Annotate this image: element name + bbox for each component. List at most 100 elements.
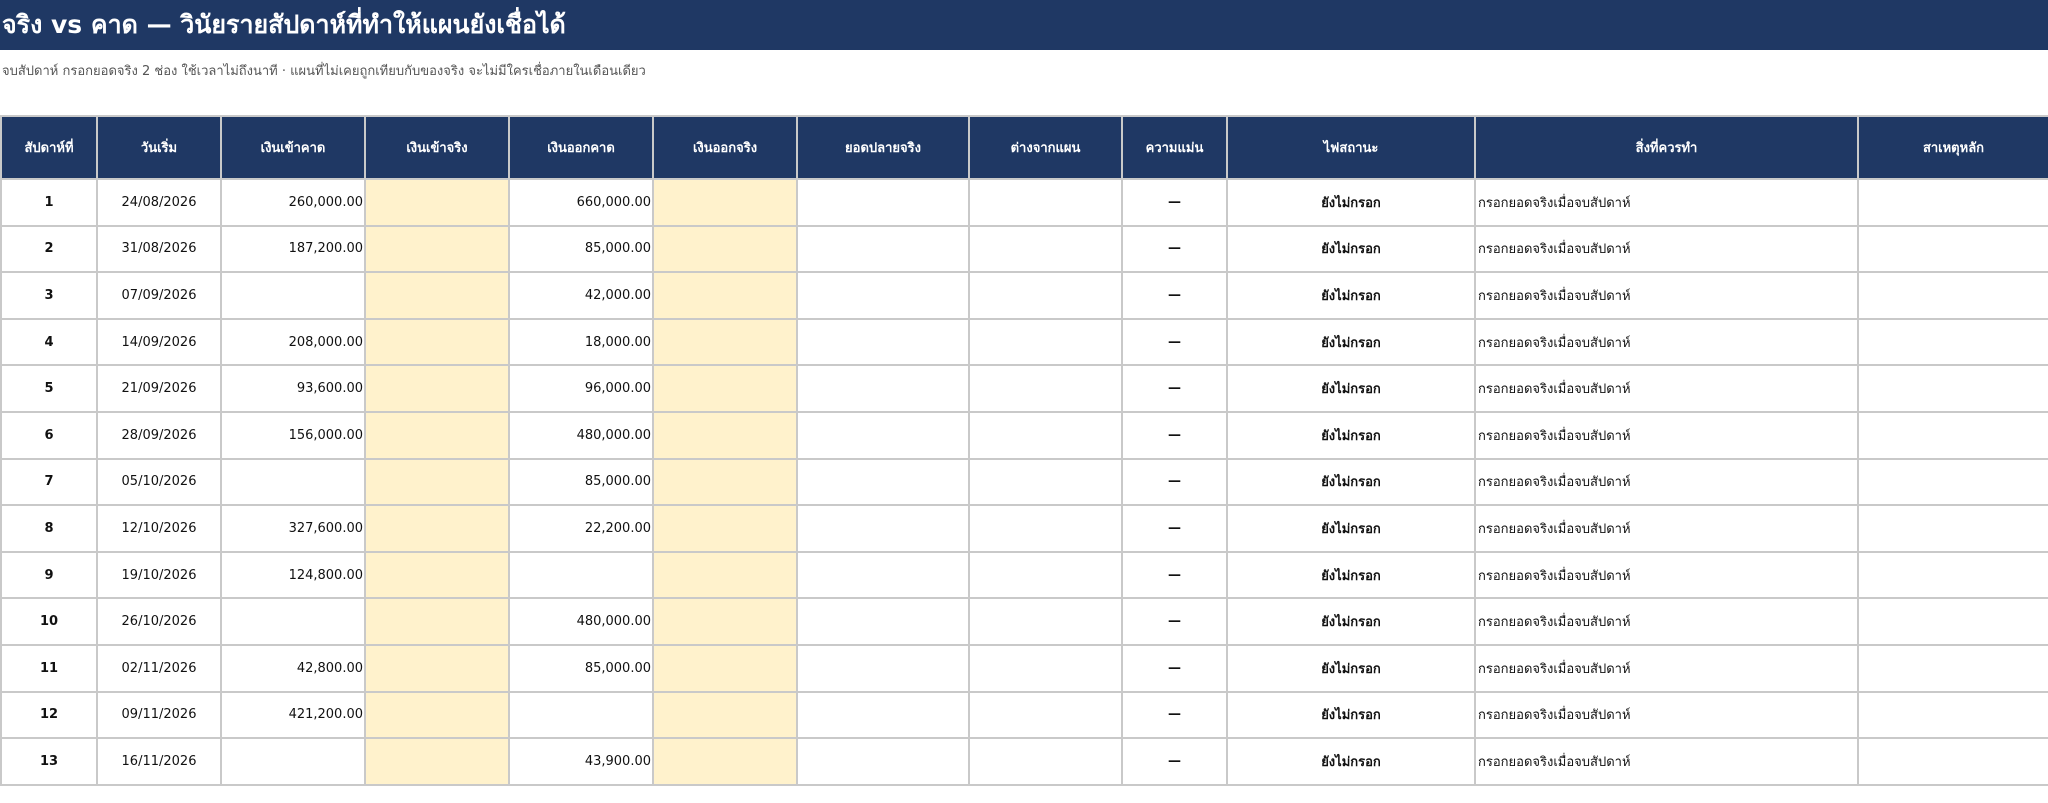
accuracy-cell[interactable]: — [1121, 224, 1228, 274]
actual-inflow-input[interactable] [364, 550, 510, 600]
actual-ending-balance-cell[interactable] [796, 224, 970, 274]
action-cell[interactable]: กรอกยอดจริงเมื่อจบสัปดาห์ [1474, 597, 1859, 646]
actual-outflow-input[interactable] [652, 178, 798, 227]
week-cell[interactable]: 6 [0, 410, 98, 460]
status-light-cell[interactable]: ยังไม่กรอก [1226, 410, 1476, 460]
column-header-status-light[interactable]: ไฟสถานะ [1226, 115, 1476, 180]
actual-outflow-input[interactable] [652, 317, 798, 367]
start-date-cell[interactable]: 26/10/2026 [96, 597, 222, 646]
actual-inflow-input[interactable] [364, 178, 510, 227]
main-cause-cell[interactable] [1857, 410, 2048, 460]
actual-inflow-input[interactable] [364, 690, 510, 740]
column-header-start-date[interactable]: วันเริ่ม [96, 115, 222, 180]
actual-outflow-input[interactable] [652, 224, 798, 274]
status-light-cell[interactable]: ยังไม่กรอก [1226, 271, 1476, 320]
start-date-cell[interactable]: 07/09/2026 [96, 271, 222, 320]
actual-ending-balance-cell[interactable] [796, 178, 970, 227]
actual-outflow-input[interactable] [652, 457, 798, 507]
actual-inflow-input[interactable] [364, 224, 510, 274]
action-cell[interactable]: กรอกยอดจริงเมื่อจบสัปดาห์ [1474, 643, 1859, 693]
action-cell[interactable]: กรอกยอดจริงเมื่อจบสัปดาห์ [1474, 178, 1859, 227]
actual-inflow-input[interactable] [364, 737, 510, 786]
week-cell[interactable]: 8 [0, 504, 98, 553]
accuracy-cell[interactable]: — [1121, 410, 1228, 460]
accuracy-cell[interactable]: — [1121, 178, 1228, 227]
actual-inflow-input[interactable] [364, 504, 510, 553]
main-cause-cell[interactable] [1857, 643, 2048, 693]
variance-cell[interactable] [968, 643, 1123, 693]
action-cell[interactable]: กรอกยอดจริงเมื่อจบสัปดาห์ [1474, 737, 1859, 786]
start-date-cell[interactable]: 14/09/2026 [96, 317, 222, 367]
expected-inflow-cell[interactable]: 260,000.00 [220, 178, 366, 227]
expected-inflow-cell[interactable]: 93,600.00 [220, 364, 366, 413]
actual-ending-balance-cell[interactable] [796, 690, 970, 740]
column-header-main-cause[interactable]: สาเหตุหลัก [1857, 115, 2048, 180]
expected-outflow-cell[interactable]: 85,000.00 [508, 224, 654, 274]
expected-inflow-cell[interactable] [220, 737, 366, 786]
status-light-cell[interactable]: ยังไม่กรอก [1226, 364, 1476, 413]
actual-ending-balance-cell[interactable] [796, 317, 970, 367]
variance-cell[interactable] [968, 737, 1123, 786]
actual-inflow-input[interactable] [364, 317, 510, 367]
start-date-cell[interactable]: 05/10/2026 [96, 457, 222, 507]
actual-outflow-input[interactable] [652, 737, 798, 786]
actual-inflow-input[interactable] [364, 643, 510, 693]
actual-ending-balance-cell[interactable] [796, 643, 970, 693]
column-header-accuracy[interactable]: ความแม่น [1121, 115, 1228, 180]
action-cell[interactable]: กรอกยอดจริงเมื่อจบสัปดาห์ [1474, 224, 1859, 274]
start-date-cell[interactable]: 19/10/2026 [96, 550, 222, 600]
variance-cell[interactable] [968, 224, 1123, 274]
expected-outflow-cell[interactable]: 480,000.00 [508, 410, 654, 460]
actual-inflow-input[interactable] [364, 364, 510, 413]
variance-cell[interactable] [968, 504, 1123, 553]
expected-outflow-cell[interactable] [508, 550, 654, 600]
variance-cell[interactable] [968, 364, 1123, 413]
status-light-cell[interactable]: ยังไม่กรอก [1226, 690, 1476, 740]
actual-outflow-input[interactable] [652, 504, 798, 553]
main-cause-cell[interactable] [1857, 364, 2048, 413]
accuracy-cell[interactable]: — [1121, 271, 1228, 320]
accuracy-cell[interactable]: — [1121, 690, 1228, 740]
actual-inflow-input[interactable] [364, 597, 510, 646]
start-date-cell[interactable]: 16/11/2026 [96, 737, 222, 786]
action-cell[interactable]: กรอกยอดจริงเมื่อจบสัปดาห์ [1474, 410, 1859, 460]
status-light-cell[interactable]: ยังไม่กรอก [1226, 317, 1476, 367]
expected-inflow-cell[interactable]: 187,200.00 [220, 224, 366, 274]
start-date-cell[interactable]: 02/11/2026 [96, 643, 222, 693]
actual-outflow-input[interactable] [652, 597, 798, 646]
actual-outflow-input[interactable] [652, 410, 798, 460]
actual-outflow-input[interactable] [652, 690, 798, 740]
status-light-cell[interactable]: ยังไม่กรอก [1226, 550, 1476, 600]
status-light-cell[interactable]: ยังไม่กรอก [1226, 737, 1476, 786]
expected-outflow-cell[interactable]: 85,000.00 [508, 457, 654, 507]
week-cell[interactable]: 7 [0, 457, 98, 507]
main-cause-cell[interactable] [1857, 737, 2048, 786]
main-cause-cell[interactable] [1857, 457, 2048, 507]
accuracy-cell[interactable]: — [1121, 504, 1228, 553]
accuracy-cell[interactable]: — [1121, 597, 1228, 646]
accuracy-cell[interactable]: — [1121, 317, 1228, 367]
main-cause-cell[interactable] [1857, 178, 2048, 227]
actual-inflow-input[interactable] [364, 457, 510, 507]
expected-inflow-cell[interactable] [220, 457, 366, 507]
main-cause-cell[interactable] [1857, 317, 2048, 367]
week-cell[interactable]: 10 [0, 597, 98, 646]
main-cause-cell[interactable] [1857, 504, 2048, 553]
main-cause-cell[interactable] [1857, 550, 2048, 600]
actual-inflow-input[interactable] [364, 271, 510, 320]
start-date-cell[interactable]: 12/10/2026 [96, 504, 222, 553]
expected-outflow-cell[interactable]: 96,000.00 [508, 364, 654, 413]
week-cell[interactable]: 1 [0, 178, 98, 227]
accuracy-cell[interactable]: — [1121, 643, 1228, 693]
column-header-expected-inflow[interactable]: เงินเข้าคาด [220, 115, 366, 180]
expected-outflow-cell[interactable]: 42,000.00 [508, 271, 654, 320]
status-light-cell[interactable]: ยังไม่กรอก [1226, 224, 1476, 274]
actual-ending-balance-cell[interactable] [796, 504, 970, 553]
actual-outflow-input[interactable] [652, 364, 798, 413]
column-header-actual-ending-balance[interactable]: ยอดปลายจริง [796, 115, 970, 180]
main-cause-cell[interactable] [1857, 690, 2048, 740]
action-cell[interactable]: กรอกยอดจริงเมื่อจบสัปดาห์ [1474, 504, 1859, 553]
column-header-week[interactable]: สัปดาห์ที่ [0, 115, 98, 180]
expected-outflow-cell[interactable] [508, 690, 654, 740]
week-cell[interactable]: 4 [0, 317, 98, 367]
